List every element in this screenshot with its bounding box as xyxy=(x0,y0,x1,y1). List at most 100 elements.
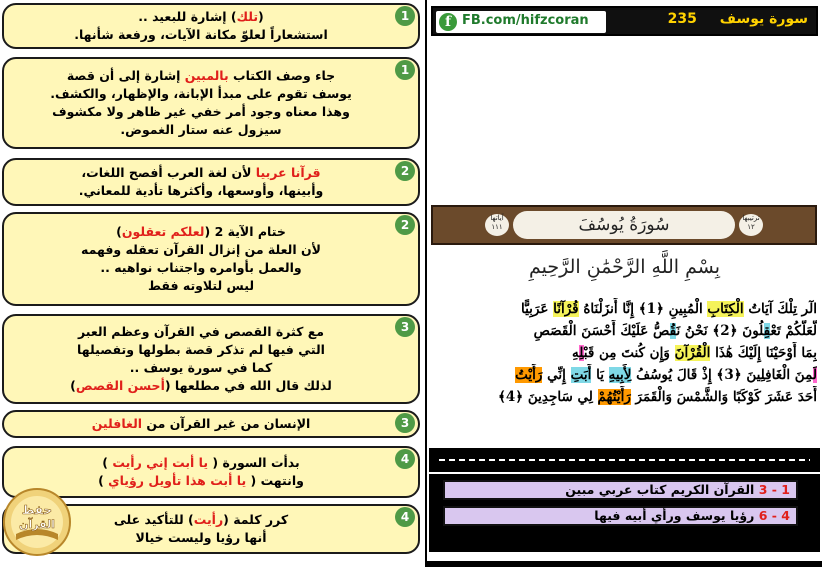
note-keyword: تلك xyxy=(236,9,259,24)
note-number-badge: 2 xyxy=(395,161,415,181)
verse-range: 4 - 6 xyxy=(758,508,790,523)
verses-text: الٓر تِلْكَ آيَاتُ الْكِتَابِ الْمُبِينِ… xyxy=(431,298,817,408)
note-line: وأبينها، وأوسعها، وأكثرها تأدية للمعاني. xyxy=(14,182,388,200)
note-text: ) xyxy=(98,473,109,488)
facebook-link[interactable]: f FB.com/hifzcoran xyxy=(436,11,606,33)
highlighted-word: الْقُرْآنَ xyxy=(674,345,711,361)
page-header: f FB.com/hifzcoran سورة يوسف 235 xyxy=(431,6,818,36)
note-text: ) إشارة للبعيد .. xyxy=(138,9,237,24)
summary-box: 1 - 3 القرآن الكريم كتاب عربي مبين xyxy=(443,480,798,500)
note-text: وأبينها، وأوسعها، وأكثرها تأدية للمعاني. xyxy=(78,183,324,198)
verse-text: الٓر تِلْكَ آيَاتُ xyxy=(743,301,817,317)
highlighted-word: الْكِتَابِ xyxy=(707,301,744,317)
note-text: ( xyxy=(258,9,264,24)
dashed-line xyxy=(439,459,810,461)
note-text: يوسف تقوم على مبدأ الإبانة، والإظهار، وا… xyxy=(50,86,352,101)
note-line: قرآنا عربيا لأن لغة العرب أفصح اللغات، xyxy=(14,164,388,182)
note-line: يوسف تقوم على مبدأ الإبانة، والإظهار، وا… xyxy=(14,85,388,103)
note-number-badge: 3 xyxy=(395,413,415,433)
note-number-badge: 3 xyxy=(395,317,415,337)
note-box: 1 (تلك) إشارة للبعيد .. استشعاراً لعلوّ مك… xyxy=(2,3,420,49)
note-text: بدأت السورة ( xyxy=(208,455,300,470)
note-text: ختام الآية 2 ( xyxy=(204,224,286,239)
verse-text: يَا xyxy=(591,367,609,383)
facebook-handle: FB.com/hifzcoran xyxy=(462,13,589,28)
note-keyword: قرآنا عربيا xyxy=(255,165,321,180)
note-keyword: يا أبت إني رأيت xyxy=(112,455,209,470)
page-number: 235 xyxy=(667,11,697,27)
note-text: الإنسان من غير القرآن من xyxy=(142,416,311,431)
hifz-quran-logo-icon: حفظ القرآن xyxy=(3,488,71,556)
note-text: لأن العلة من إنزال القرآن تعقله وفهمه xyxy=(81,242,321,257)
verse-text: إِنِّي xyxy=(542,367,571,383)
note-number-badge: 1 xyxy=(395,60,415,80)
summary-text: رؤيا يوسف ورأي أبيه فيها xyxy=(594,508,755,523)
verse-count-medallion: آياتها ١١١ xyxy=(485,214,509,236)
note-box: 3 مع كثرة القصص في القرآن وعظم العبر التي … xyxy=(2,314,420,404)
bottom-border xyxy=(427,561,822,567)
verse-text: لَّعَلَّكُمْ تَعْ xyxy=(770,323,817,339)
facebook-icon: f xyxy=(439,13,457,31)
note-line: سيزول عنه ستار الغموض. xyxy=(14,121,388,139)
note-text: لأن لغة العرب أفصح اللغات، xyxy=(81,165,256,180)
highlighted-word: لِأَبِيهِ xyxy=(608,367,632,383)
note-number-badge: 4 xyxy=(395,449,415,469)
verse-text: بِمَا أَوْحَيْنَا إِلَيْكَ هَٰذَا xyxy=(710,345,817,361)
note-line: بدأت السورة ( يا أبت إني رأيت ) xyxy=(14,454,388,472)
note-text: سيزول عنه ستار الغموض. xyxy=(120,122,282,137)
note-keyword: الغافلين xyxy=(91,416,143,431)
logo-line2: القرآن xyxy=(19,517,55,531)
note-text: وانتهت ( xyxy=(246,473,304,488)
note-text: لذلك قال الله في مطلعها ( xyxy=(164,378,332,393)
surah-title: سورة يوسف 235 xyxy=(668,11,808,27)
note-text: التي فيها لم تذكر قصة بطولها وتفصيلها xyxy=(77,342,325,357)
note-number-badge: 1 xyxy=(395,6,415,26)
surah-name: سورة يوسف xyxy=(719,11,808,27)
summary-text: القرآن الكريم كتاب عربي مبين xyxy=(565,482,755,497)
note-text: ) للتأكيد على xyxy=(113,512,194,527)
note-line: الإنسان من غير القرآن من الغافلين xyxy=(14,415,388,433)
note-text: والعمل بأوامره واجتناب نواهيه .. xyxy=(100,260,302,275)
verse-line: أَحَدَ عَشَرَ كَوْكَبًا وَالشَّمْسَ وَال… xyxy=(431,386,817,408)
verse-text: عَرَبِيًّا xyxy=(520,301,554,317)
verse-line: بِمَا أَوْحَيْنَا إِلَيْكَ هَٰذَا الْقُر… xyxy=(431,342,817,364)
note-keyword: بالمبين xyxy=(184,68,229,83)
note-line: لذلك قال الله في مطلعها (أحسن القصص) xyxy=(14,377,388,395)
note-box: 1 جاء وصف الكتاب بالمبين إشارة إلى أن قصة… xyxy=(2,57,420,149)
note-text: أنها رؤيا وليست خيالا xyxy=(135,530,267,545)
note-text: إشارة إلى أن قصة xyxy=(66,68,185,83)
note-text: كما في سورة يوسف .. xyxy=(129,360,273,375)
verse-line: لَّعَلَّكُمْ تَعْقِلُونَ ﴿2﴾ نَحْنُ نَقُ… xyxy=(431,320,817,342)
note-keyword: يا أبت هذا تأويل رؤياي xyxy=(108,473,247,488)
note-text: كرر كلمة ( xyxy=(223,512,289,527)
note-box: 2 ختام الآية 2 (لعلكم تعقلون) لأن العلة من… xyxy=(2,212,420,306)
note-keyword: لعلكم تعقلون xyxy=(121,224,205,239)
note-line: مع كثرة القصص في القرآن وعظم العبر xyxy=(14,323,388,341)
verse-text: وَإِن كُنتَ مِن قَبْ xyxy=(583,345,675,361)
note-line: استشعاراً لعلوّ مكانة الآيات، ورفعة شأنه… xyxy=(14,26,388,44)
highlighted-word: قُرْآنًا xyxy=(553,301,579,317)
note-line: لأن العلة من إنزال القرآن تعقله وفهمه xyxy=(14,241,388,259)
note-keyword: أحسن القصص xyxy=(75,378,165,393)
note-line: التي فيها لم تذكر قصة بطولها وتفصيلها xyxy=(14,341,388,359)
basmala: بِسْمِ اللَّهِ الرَّحْمَٰنِ الرَّحِيمِ xyxy=(529,256,720,278)
verse-text: لُونَ ﴿2﴾ نَحْنُ نَ xyxy=(676,323,764,339)
surah-banner-name: سُورَةُ يُوسُفَ xyxy=(513,211,735,239)
verse-text: صُّ عَلَيْكَ أَحْسَنَ الْقَصَصِ xyxy=(533,323,670,339)
notes-column: 1 (تلك) إشارة للبعيد .. استشعاراً لعلوّ مك… xyxy=(0,0,424,567)
divider-bar xyxy=(429,448,820,472)
highlighted-word: رَأَيْتُ xyxy=(515,367,543,383)
verse-line: لَمِنَ الْغَافِلِينَ ﴿3﴾ إِذْ قَالَ يُوس… xyxy=(431,364,817,386)
surah-order-medallion: ترتيبها ١٢ xyxy=(739,214,763,236)
note-box: 3 الإنسان من غير القرآن من الغافلين xyxy=(2,410,420,438)
note-line: ليس لتلاوته فقط xyxy=(14,277,388,295)
mushaf-page: f FB.com/hifzcoran سورة يوسف 235 آياتها … xyxy=(425,0,822,567)
note-keyword: رأيت xyxy=(193,512,224,527)
note-text: ليس لتلاوته فقط xyxy=(147,278,255,293)
verse-text: الْمُبِينِ ﴿1﴾ إِنَّا أَنزَلْنَاهُ xyxy=(578,301,708,317)
verse-text: لِي سَاجِدِينَ ﴿4﴾ xyxy=(497,389,598,405)
note-number-badge: 2 xyxy=(395,215,415,235)
verse-range: 1 - 3 xyxy=(758,482,790,497)
verse-line: الٓر تِلْكَ آيَاتُ الْكِتَابِ الْمُبِينِ… xyxy=(431,298,817,320)
note-line: كما في سورة يوسف .. xyxy=(14,359,388,377)
